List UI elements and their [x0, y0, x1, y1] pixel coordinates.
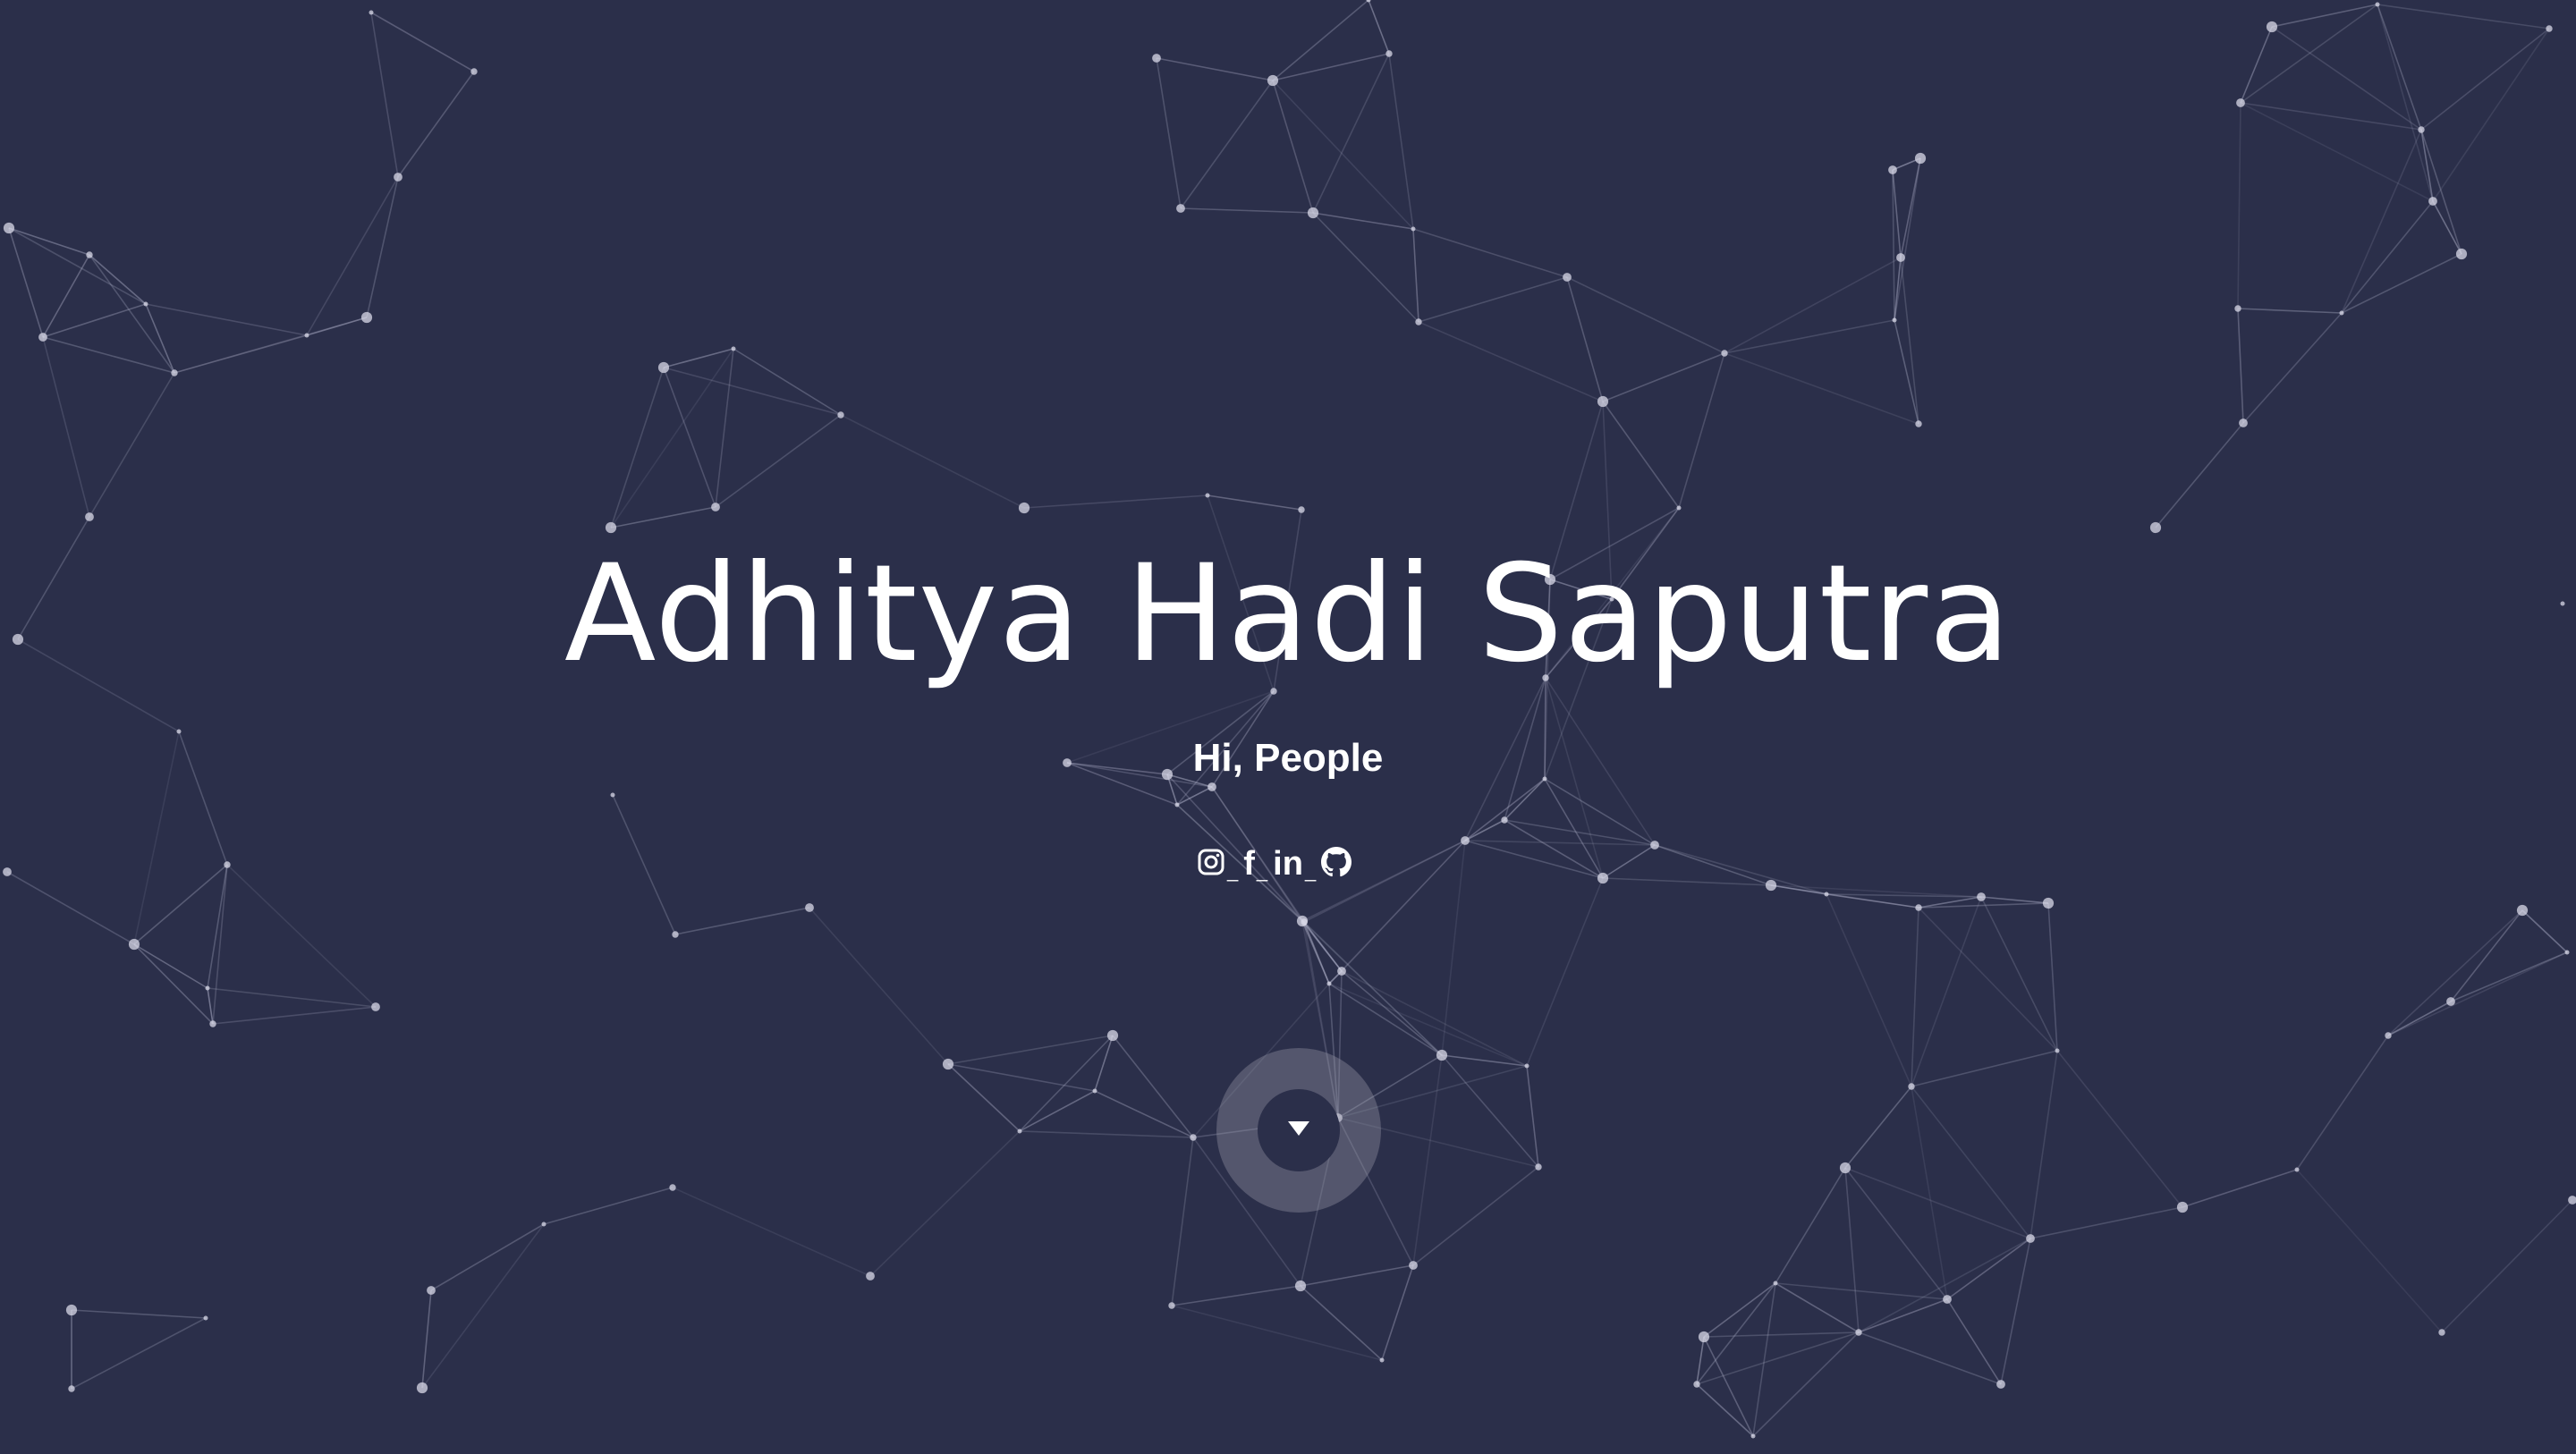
facebook-icon: f	[1243, 845, 1255, 883]
hero-content: Adhitya Hadi Saputra Hi, People _ f _ in	[0, 0, 2576, 1454]
page-subtitle: Hi, People	[1192, 736, 1384, 780]
hero-section: Adhitya Hadi Saputra Hi, People _ f _ in	[0, 0, 2576, 1454]
social-links: _ f _ in _	[1197, 844, 1352, 883]
separator: _	[1304, 859, 1317, 882]
instagram-icon	[1197, 848, 1225, 881]
page-title: Adhitya Hadi Saputra	[564, 537, 2012, 692]
github-link[interactable]	[1321, 846, 1352, 882]
separator: _	[1256, 859, 1268, 882]
separator: _	[1227, 859, 1239, 882]
scroll-down-button-inner	[1258, 1089, 1340, 1171]
linkedin-icon: in	[1273, 845, 1303, 883]
scroll-down-button[interactable]	[1216, 1048, 1381, 1213]
facebook-link[interactable]: f	[1243, 847, 1255, 881]
linkedin-link[interactable]: in	[1273, 847, 1303, 881]
github-icon	[1321, 846, 1352, 882]
instagram-link[interactable]	[1197, 848, 1225, 881]
caret-down-icon	[1286, 1120, 1311, 1142]
